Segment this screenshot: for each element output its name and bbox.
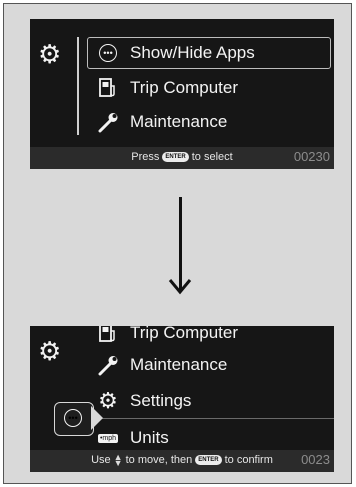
display-screen-before: ⚙ ••• Show/Hide Apps Trip Computer Maint…: [30, 19, 334, 169]
hint-suffix: to confirm: [224, 454, 273, 466]
hint-middle: to move, then: [125, 454, 193, 466]
wrench-icon: [96, 354, 120, 376]
menu-item-label: Maintenance: [130, 355, 228, 374]
settings-gear-icon: ⚙: [38, 39, 62, 69]
menu-item-trip-computer[interactable]: Trip Computer: [96, 73, 238, 103]
enter-button-icon: ENTER: [195, 455, 222, 466]
figure-frame: ⚙ ••• Show/Hide Apps Trip Computer Maint…: [3, 3, 352, 484]
menu-item-label: Maintenance: [130, 112, 228, 131]
apps-circle-icon: •••: [64, 409, 82, 427]
menu-separator: [77, 37, 79, 135]
trip-computer-icon: [96, 78, 120, 98]
wrench-icon: [96, 111, 120, 133]
menu-item-label: Show/Hide Apps: [130, 43, 255, 62]
units-icon: •mph: [97, 433, 119, 443]
settings-gear-icon: ⚙: [38, 336, 62, 366]
menu-item-label: Trip Computer: [130, 78, 239, 97]
menu-item-trip-computer[interactable]: Trip Computer: [96, 326, 238, 348]
selection-divider: [96, 418, 334, 419]
trip-computer-icon: [96, 326, 120, 343]
hint-prefix: Use: [91, 454, 111, 466]
menu-item-maintenance[interactable]: Maintenance: [96, 350, 227, 380]
menu-item-label: Units: [130, 428, 169, 447]
figure-code: 00230: [293, 149, 330, 164]
apps-circle-icon: •••: [96, 44, 120, 62]
menu-item-units[interactable]: •mph Units: [96, 426, 169, 450]
enter-button-icon: ENTER: [162, 152, 189, 163]
display-screen-after: ⚙ Trip Computer Maintenance ⚙ Settings •…: [30, 326, 334, 472]
hint-text: Press ENTER to select: [30, 151, 334, 163]
down-arrow-icon: [168, 279, 192, 295]
menu-item-maintenance[interactable]: Maintenance: [96, 107, 227, 137]
hint-prefix: Press: [131, 151, 160, 163]
status-bar: Use ▲ ▼ to move, then ENTER to confirm 0023: [30, 450, 334, 472]
menu-item-label: Trip Computer: [130, 326, 239, 342]
bubble-pointer: [91, 406, 103, 430]
apps-selector-bubble[interactable]: •••: [54, 402, 94, 436]
up-down-arrows-icon: ▲ ▼: [113, 452, 123, 469]
status-bar: Press ENTER to select 00230: [30, 147, 334, 169]
figure-code: 0023: [301, 452, 330, 467]
hint-text: Use ▲ ▼ to move, then ENTER to confirm: [30, 452, 334, 469]
menu-item-show-hide-apps[interactable]: ••• Show/Hide Apps: [87, 37, 331, 69]
menu-item-label: Settings: [130, 391, 192, 410]
hint-suffix: to select: [191, 151, 233, 163]
menu-item-settings[interactable]: ⚙ Settings: [96, 386, 191, 416]
